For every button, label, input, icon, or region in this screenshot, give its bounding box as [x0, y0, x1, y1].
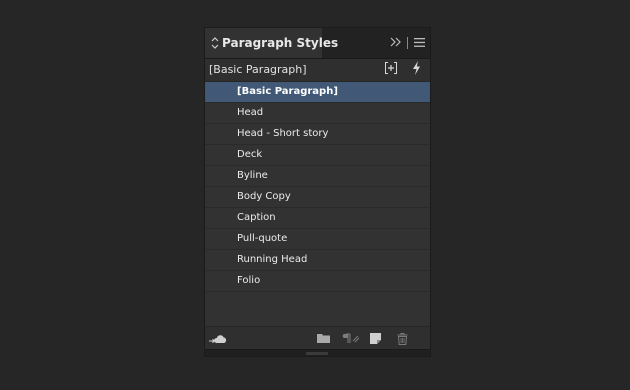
new-style-icon[interactable]	[370, 333, 382, 344]
trash-icon[interactable]	[397, 333, 408, 345]
tab-paragraph-styles[interactable]: Paragraph Styles	[205, 28, 338, 58]
lightning-icon[interactable]	[412, 61, 421, 75]
style-item-label: Caption	[237, 212, 276, 223]
chevron-updown-icon	[211, 37, 219, 49]
panel-tab-bar: Paragraph Styles	[205, 28, 430, 59]
style-item-label: Folio	[237, 275, 261, 286]
resize-grip[interactable]	[306, 352, 328, 355]
paragraph-styles-list: [Basic Paragraph] Head Head - Short story D…	[205, 81, 430, 327]
new-style-group-icon[interactable]	[385, 62, 397, 74]
style-item-label: Deck	[237, 149, 263, 160]
cloud-icon[interactable]	[209, 332, 229, 345]
style-item[interactable]: Running Head	[205, 250, 430, 271]
panel-title: Paragraph Styles	[222, 36, 339, 50]
panel-footer	[205, 326, 430, 351]
style-item[interactable]: Pull-quote	[205, 229, 430, 250]
style-item-label: Body Copy	[237, 191, 291, 202]
paragraph-styles-panel: Paragraph Styles [Basic Paragraph] [Basi…	[204, 27, 431, 357]
tab-divider	[407, 37, 408, 49]
current-style-label: [Basic Paragraph]	[209, 63, 307, 76]
style-item[interactable]: [Basic Paragraph]	[205, 82, 430, 103]
clear-overrides-icon[interactable]	[342, 333, 360, 344]
style-item-label: [Basic Paragraph]	[237, 86, 338, 97]
style-item[interactable]: Byline	[205, 166, 430, 187]
style-item[interactable]: Caption	[205, 208, 430, 229]
panel-menu-icon[interactable]	[414, 38, 425, 47]
style-item[interactable]: Body Copy	[205, 187, 430, 208]
current-style-row: [Basic Paragraph]	[205, 59, 430, 81]
style-item-label: Head	[237, 107, 264, 118]
style-item-label: Byline	[237, 170, 268, 181]
style-item[interactable]: Head	[205, 103, 430, 124]
panel-bottom-strip	[205, 349, 430, 356]
style-item[interactable]: Folio	[205, 271, 430, 292]
style-item[interactable]: Head - Short story	[205, 124, 430, 145]
double-chevron-right-icon[interactable]	[390, 36, 402, 48]
folder-icon[interactable]	[317, 333, 330, 343]
style-item-label: Running Head	[237, 254, 308, 265]
style-item[interactable]: Deck	[205, 145, 430, 166]
style-item-label: Head - Short story	[237, 128, 329, 139]
style-item-label: Pull-quote	[237, 233, 288, 244]
